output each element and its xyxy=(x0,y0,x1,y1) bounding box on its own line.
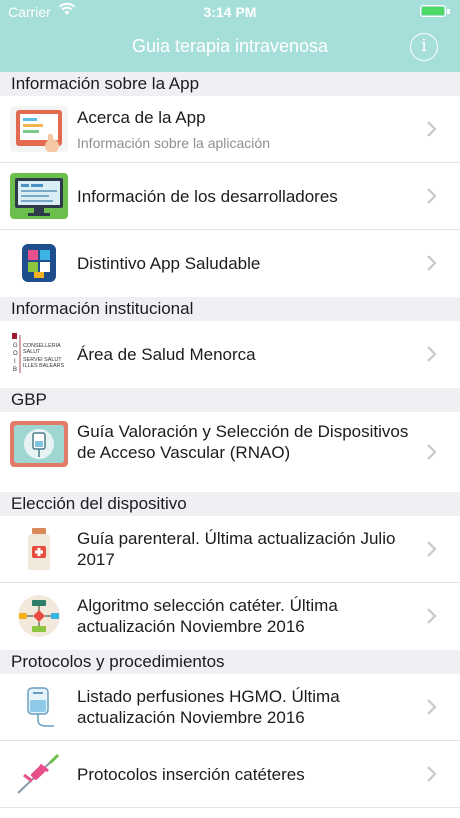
chevron-right-icon xyxy=(426,120,438,138)
list-item-listado-perfusiones[interactable]: Listado perfusiones HGMO. Última actuali… xyxy=(0,674,460,741)
developer-monitor-icon xyxy=(10,173,68,219)
status-bar: Carrier 3:14 PM xyxy=(0,0,460,22)
list-item-title: Listado perfusiones HGMO. Última actuali… xyxy=(77,687,340,727)
section-header-protocols: Protocolos y procedimientos xyxy=(0,650,460,674)
list-item-desarrolladores[interactable]: Información de los desarrolladores xyxy=(0,163,460,230)
list-item-protocolos-insercion[interactable]: Protocolos inserción catéteres xyxy=(0,741,460,808)
battery-tip xyxy=(447,9,450,14)
page-title: Guia terapia intravenosa xyxy=(131,36,329,56)
tablet-hand-icon xyxy=(10,106,68,152)
battery-icon xyxy=(420,5,446,17)
list-item-guia-parenteral[interactable]: Guía parenteral. Última actualización Ju… xyxy=(0,516,460,583)
parenteral-bottle-icon xyxy=(10,526,68,572)
infusion-bag-icon xyxy=(10,684,68,730)
svg-text:ILLES BALEARS: ILLES BALEARS xyxy=(23,363,64,369)
list-item-algoritmo[interactable]: Algoritmo selección catéter. Última actu… xyxy=(0,583,460,650)
goib-logo-icon: G O I B CONSELLERIA SALUT SERVEI SALUT I… xyxy=(10,331,68,377)
svg-text:G: G xyxy=(13,343,18,349)
list-item-title: Distintivo App Saludable xyxy=(77,254,261,273)
section-header-gbp: GBP xyxy=(0,388,460,412)
list-item-title: Guía parenteral. Última actualización Ju… xyxy=(77,529,396,569)
section-header-institutional: Información institucional xyxy=(0,297,460,321)
chevron-right-icon xyxy=(426,187,438,205)
chevron-right-icon xyxy=(426,540,438,558)
list-item-title: Información de los desarrolladores xyxy=(77,187,338,206)
list-item-title: Guía Valoración y Selección de Dispositi… xyxy=(77,422,409,462)
menu-list[interactable]: Información sobre la App Acerca de la Ap… xyxy=(0,72,460,818)
section-header-device-choice: Elección del dispositivo xyxy=(0,492,460,516)
list-item-subtitle: Información sobre la aplicación xyxy=(77,135,270,151)
info-icon[interactable]: i xyxy=(410,33,438,61)
list-item-area-salud[interactable]: G O I B CONSELLERIA SALUT SERVEI SALUT I… xyxy=(0,321,460,388)
list-item-distintivo[interactable]: Distintivo App Saludable xyxy=(0,230,460,297)
clock: 3:14 PM xyxy=(203,4,257,20)
list-item-acerca[interactable]: Acerca de la App Información sobre la ap… xyxy=(0,96,460,163)
svg-text:O: O xyxy=(13,351,18,357)
healthy-app-badge-icon xyxy=(10,240,68,286)
chevron-right-icon xyxy=(426,765,438,783)
chevron-right-icon xyxy=(426,698,438,716)
list-item-guia-valoracion[interactable]: Guía Valoración y Selección de Dispositi… xyxy=(0,412,460,492)
chevron-right-icon xyxy=(426,607,438,625)
navigation-bar: Carrier 3:14 PM Guia terapia intravenosa… xyxy=(0,0,460,72)
chevron-right-icon xyxy=(426,443,438,461)
chevron-right-icon xyxy=(426,254,438,272)
list-item-title: Acerca de la App xyxy=(77,108,206,127)
svg-text:SALUT: SALUT xyxy=(23,349,41,355)
iv-bag-icon xyxy=(10,421,68,467)
section-header-app-info: Información sobre la App xyxy=(0,72,460,96)
svg-text:B: B xyxy=(13,367,17,373)
list-item-title: Algoritmo selección catéter. Última actu… xyxy=(77,596,338,636)
list-item-title: Protocolos inserción catéteres xyxy=(77,765,305,784)
catheter-icon xyxy=(10,751,68,797)
flowchart-icon xyxy=(10,593,68,639)
list-item-title: Área de Salud Menorca xyxy=(77,345,256,364)
chevron-right-icon xyxy=(426,345,438,363)
